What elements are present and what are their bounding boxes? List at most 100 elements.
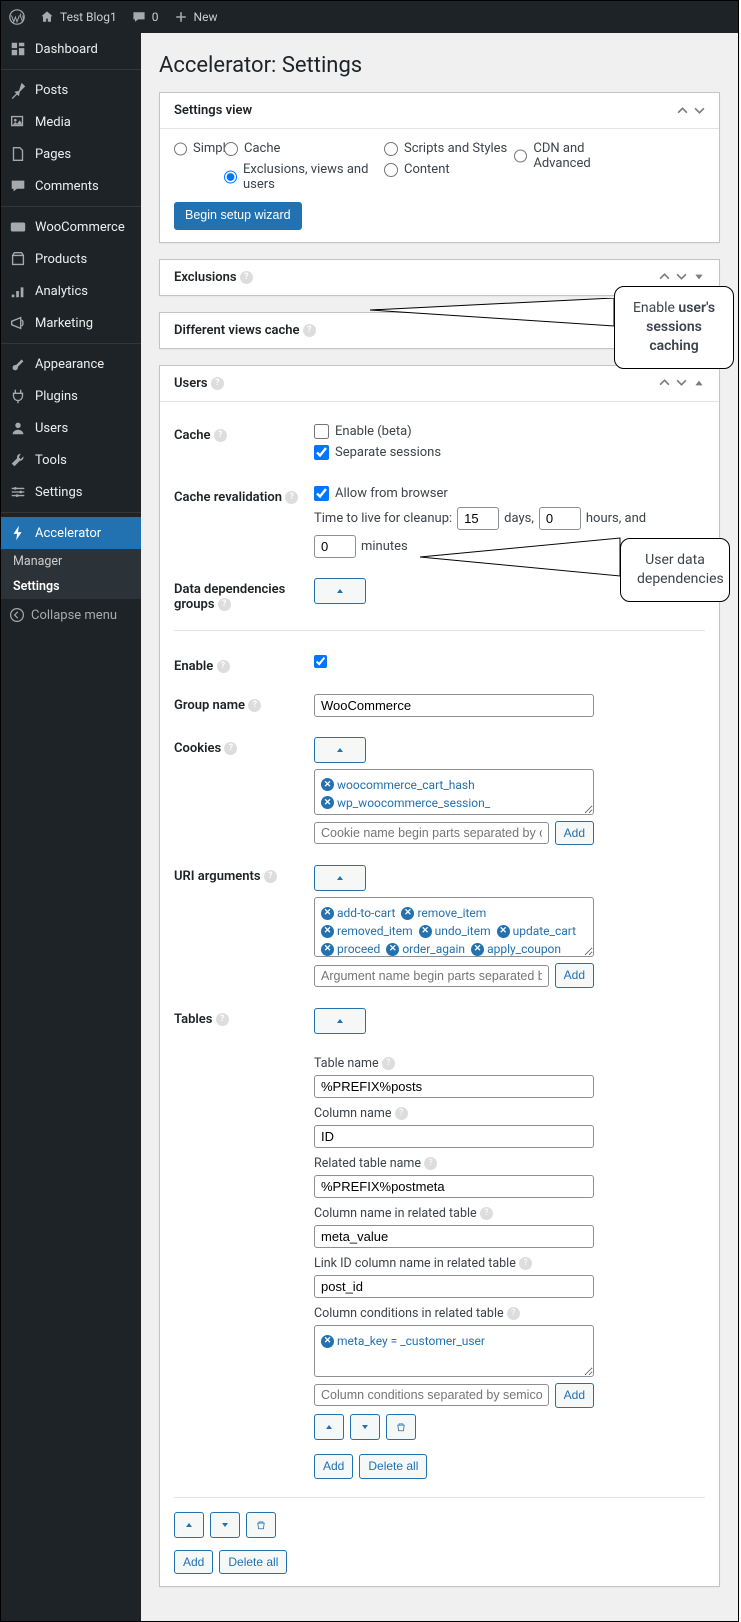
remove-token-icon[interactable]: ✕ xyxy=(497,925,510,938)
tables-add-button[interactable]: Add xyxy=(314,1454,353,1479)
col-in-related-input[interactable] xyxy=(314,1225,594,1248)
move-up-button[interactable] xyxy=(314,1414,344,1440)
enable-cache-checkbox[interactable] xyxy=(314,424,329,439)
remove-token-icon[interactable]: ✕ xyxy=(321,778,334,791)
delete-button[interactable] xyxy=(386,1414,416,1440)
radio-cache[interactable]: Cache xyxy=(224,141,380,156)
settings-view-header[interactable]: Settings view xyxy=(160,93,719,129)
chevron-up-icon[interactable] xyxy=(677,105,688,116)
token[interactable]: ✕remove_item xyxy=(401,906,486,920)
token[interactable]: ✕yith_wcwl_session_ xyxy=(321,814,441,815)
caret-up-icon[interactable] xyxy=(693,377,705,389)
ttl-days-input[interactable] xyxy=(457,507,499,530)
groups-add-button[interactable]: Add xyxy=(174,1550,213,1575)
remove-token-icon[interactable]: ✕ xyxy=(321,796,334,809)
chevron-down-icon[interactable] xyxy=(676,271,687,282)
submenu-item-manager[interactable]: Manager xyxy=(1,549,141,574)
allow-browser-checkbox[interactable] xyxy=(314,486,329,501)
sidebar-item-users[interactable]: Users xyxy=(1,412,141,444)
uri-add-button[interactable]: Add xyxy=(555,963,594,988)
token[interactable]: ✕update_cart xyxy=(497,924,576,938)
remove-token-icon[interactable]: ✕ xyxy=(471,943,484,956)
remove-token-icon[interactable]: ✕ xyxy=(321,925,334,938)
chevron-down-icon[interactable] xyxy=(676,377,687,388)
remove-token-icon[interactable]: ✕ xyxy=(419,925,432,938)
cookies-add-button[interactable]: Add xyxy=(555,821,594,846)
remove-token-icon[interactable]: ✕ xyxy=(321,814,334,815)
group-move-down-button[interactable] xyxy=(210,1512,240,1538)
conditions-add-input[interactable] xyxy=(314,1384,549,1406)
cookies-tokenbox[interactable]: ✕woocommerce_cart_hash ✕wp_woocommerce_se… xyxy=(314,769,594,815)
token[interactable]: ✕proceed xyxy=(321,942,380,956)
sidebar-item-woocommerce[interactable]: WooCommerce xyxy=(1,211,141,243)
tables-delete-all-button[interactable]: Delete all xyxy=(359,1454,427,1479)
caret-down-icon[interactable] xyxy=(693,271,705,283)
token[interactable]: ✕meta_key = _customer_user xyxy=(321,1334,485,1348)
sidebar-item-accelerator[interactable]: Accelerator xyxy=(1,517,141,549)
wp-logo[interactable] xyxy=(9,9,25,25)
token[interactable]: ✕removed_item xyxy=(321,924,413,938)
site-name-link[interactable]: Test Blog1 xyxy=(39,9,117,25)
group-name-input[interactable] xyxy=(314,694,594,717)
radio-cdn[interactable]: CDN and Advanced xyxy=(514,141,640,171)
token[interactable]: ✕order_again xyxy=(386,942,465,956)
comments-link[interactable]: 0 xyxy=(131,9,159,25)
related-table-input[interactable] xyxy=(314,1175,594,1198)
radio-scripts[interactable]: Scripts and Styles xyxy=(384,141,510,156)
ttl-hours-input[interactable] xyxy=(539,507,581,530)
table-name-input[interactable] xyxy=(314,1075,594,1098)
token[interactable]: ✕add-to-cart xyxy=(321,906,395,920)
users-header[interactable]: Users ? xyxy=(160,366,719,402)
accelerator-submenu: ManagerSettings xyxy=(1,549,141,599)
remove-token-icon[interactable]: ✕ xyxy=(386,943,399,956)
remove-token-icon[interactable]: ✕ xyxy=(401,907,414,920)
remove-token-icon[interactable]: ✕ xyxy=(321,1335,334,1348)
sidebar-item-plugins[interactable]: Plugins xyxy=(1,380,141,412)
radio-content[interactable]: Content xyxy=(384,162,510,177)
uri-args-tokenbox[interactable]: ✕add-to-cart ✕remove_item ✕removed_item ✕un… xyxy=(314,897,594,957)
sidebar-item-tools[interactable]: Tools xyxy=(1,444,141,476)
conditions-add-button[interactable]: Add xyxy=(555,1383,594,1408)
groups-delete-all-button[interactable]: Delete all xyxy=(219,1550,287,1575)
chevron-down-icon[interactable] xyxy=(694,105,705,116)
uri-add-input[interactable] xyxy=(314,965,549,987)
sidebar-item-analytics[interactable]: Analytics xyxy=(1,275,141,307)
token[interactable]: ✕woocommerce_cart_hash xyxy=(321,778,475,792)
collapse-uri-button[interactable] xyxy=(314,865,366,891)
conditions-tokenbox[interactable]: ✕meta_key = _customer_user xyxy=(314,1325,594,1377)
sidebar-item-dashboard[interactable]: Dashboard xyxy=(1,33,141,65)
sidebar-item-media[interactable]: Media xyxy=(1,106,141,138)
remove-token-icon[interactable]: ✕ xyxy=(321,943,334,956)
collapse-tables-button[interactable] xyxy=(314,1008,366,1034)
radio-exclusions[interactable]: Exclusions, views and users xyxy=(224,162,380,192)
submenu-item-settings[interactable]: Settings xyxy=(1,574,141,599)
separate-sessions-checkbox[interactable] xyxy=(314,445,329,460)
sidebar-item-appearance[interactable]: Appearance xyxy=(1,348,141,380)
ttl-minutes-input[interactable] xyxy=(314,535,356,558)
collapse-cookies-button[interactable] xyxy=(314,737,366,763)
group-move-up-button[interactable] xyxy=(174,1512,204,1538)
group-delete-button[interactable] xyxy=(246,1512,276,1538)
chevron-up-icon[interactable] xyxy=(659,377,670,388)
column-name-input[interactable] xyxy=(314,1125,594,1148)
enable-group-checkbox[interactable] xyxy=(314,655,327,668)
cookies-add-input[interactable] xyxy=(314,822,549,844)
radio-simple[interactable]: Simple xyxy=(174,141,220,156)
link-col-input[interactable] xyxy=(314,1275,594,1298)
collapse-deps-button[interactable] xyxy=(314,578,366,604)
sidebar-item-settings[interactable]: Settings xyxy=(1,476,141,508)
token[interactable]: ✕undo_item xyxy=(419,924,491,938)
sidebar-item-pages[interactable]: Pages xyxy=(1,138,141,170)
token[interactable]: ✕wp_woocommerce_session_ xyxy=(321,796,490,810)
sidebar-item-products[interactable]: Products xyxy=(1,243,141,275)
remove-token-icon[interactable]: ✕ xyxy=(321,907,334,920)
begin-wizard-button[interactable]: Begin setup wizard xyxy=(174,202,302,230)
new-content-link[interactable]: New xyxy=(173,9,218,25)
sidebar-item-marketing[interactable]: Marketing xyxy=(1,307,141,339)
sidebar-item-comments[interactable]: Comments xyxy=(1,170,141,202)
chevron-up-icon[interactable] xyxy=(659,271,670,282)
collapse-menu[interactable]: Collapse menu xyxy=(1,599,141,631)
sidebar-item-posts[interactable]: Posts xyxy=(1,74,141,106)
token[interactable]: ✕apply_coupon xyxy=(471,942,561,956)
move-down-button[interactable] xyxy=(350,1414,380,1440)
